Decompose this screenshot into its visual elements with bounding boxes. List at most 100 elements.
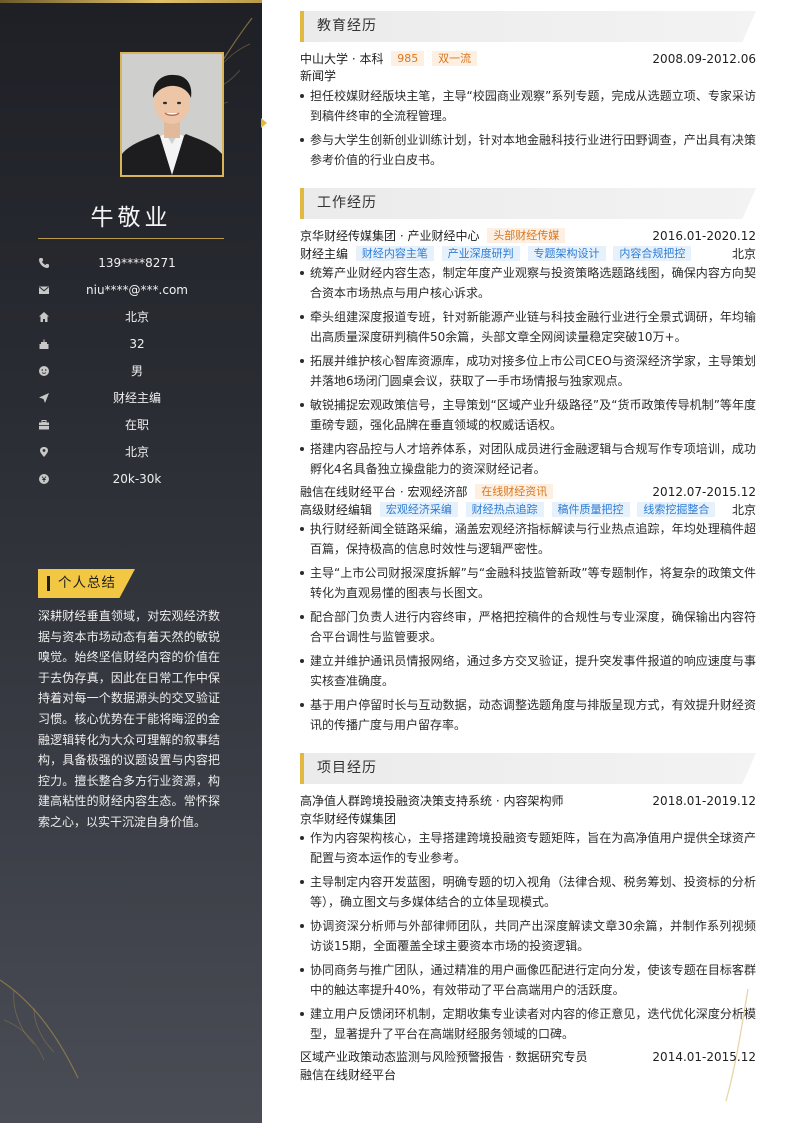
divider-arrow-icon bbox=[261, 118, 267, 128]
job-title: 财经主编 bbox=[300, 247, 349, 261]
send-icon bbox=[39, 393, 49, 403]
summary-title-label: 个人总结 bbox=[58, 575, 116, 591]
name-divider bbox=[38, 238, 224, 239]
role-tag: 内容合规把控 bbox=[613, 246, 692, 261]
list-item: 建立并维护通讯员情报网络，通过多方交叉验证，提升突发事件报道的响应速度与事实核查… bbox=[300, 651, 756, 691]
list-item: 参与大学生创新创业训练计划，针对本地金融科技行业进行田野调查，产出具有决策参考价… bbox=[300, 130, 756, 170]
mail-icon bbox=[39, 286, 49, 294]
salary-value: 20k-30k bbox=[112, 472, 162, 486]
info-home: 北京 bbox=[38, 304, 224, 331]
project-name: 区域产业政策动态监测与风险预警报告 · 数据研究专员 bbox=[300, 1050, 588, 1064]
project-org: 融信在线财经平台 bbox=[300, 1068, 397, 1082]
role-tag: 宏观经济采编 bbox=[379, 502, 458, 517]
briefcase-icon bbox=[39, 420, 49, 430]
company-tag: 头部财经传媒 bbox=[487, 228, 566, 243]
project-org-row: 京华财经传媒集团 bbox=[300, 810, 756, 828]
work-section-header: 工作经历 bbox=[300, 188, 756, 219]
project-period: 2018.01-2019.12 bbox=[652, 794, 756, 808]
contact-info-list: 139****8271 niu****@***.com 北京 32 男 财经主编… bbox=[38, 250, 224, 493]
school-name: 中山大学 · 本科 bbox=[300, 52, 384, 66]
project-name: 高净值人群跨境投融资决策支持系统 · 内容架构师 bbox=[300, 794, 564, 808]
phone-icon bbox=[39, 258, 49, 268]
section-accent bbox=[300, 11, 304, 42]
project-org: 京华财经传媒集团 bbox=[300, 812, 397, 826]
project-period: 2014.01-2015.12 bbox=[652, 1050, 756, 1064]
job-bullets: 执行财经新闻全链路采编，涵盖宏观经济指标解读与行业热点追踪，年均处理稿件超百篇，… bbox=[300, 519, 756, 739]
home-icon bbox=[39, 312, 49, 322]
role-tag: 专题架构设计 bbox=[527, 246, 606, 261]
role-tag: 财经热点追踪 bbox=[465, 502, 544, 517]
profile-photo bbox=[120, 52, 224, 177]
job-role-row: 高级财经编辑 宏观经济采编 财经热点追踪 稿件质量把控 线索挖掘整合 北京 bbox=[300, 501, 756, 519]
info-target-city: 北京 bbox=[38, 439, 224, 466]
education-header-row: 中山大学 · 本科 985 双一流 2008.09-2012.06 bbox=[300, 50, 756, 68]
school-tag: 双一流 bbox=[432, 51, 478, 66]
salary-icon bbox=[39, 474, 49, 484]
list-item: 建立用户反馈闭环机制，定期收集专业读者对内容的修正意见，迭代优化深度分析模型，显… bbox=[300, 1004, 756, 1044]
status-value: 在职 bbox=[124, 418, 149, 432]
candidate-name: 牛敬业 bbox=[90, 205, 172, 231]
section-accent bbox=[300, 753, 304, 784]
info-phone: 139****8271 bbox=[38, 250, 224, 277]
job-role-row: 财经主编 财经内容主笔 产业深度研判 专题架构设计 内容合规把控 北京 bbox=[300, 245, 756, 263]
list-item: 基于用户停留时长与互动数据，动态调整选题角度与排版呈现方式，有效提升财经资讯的传… bbox=[300, 695, 756, 735]
projects-section-header: 项目经历 bbox=[300, 753, 756, 784]
list-item: 主导“上市公司财报深度拆解”与“金融科技监管新政”等专题制作，将复杂的政策文件转… bbox=[300, 563, 756, 603]
company-tag: 在线财经资讯 bbox=[475, 484, 554, 499]
job-header-row: 融信在线财经平台 · 宏观经济部 在线财经资讯 2012.07-2015.12 bbox=[300, 483, 756, 501]
work-section-title: 工作经历 bbox=[317, 195, 377, 211]
education-bullets: 担任校媒财经版块主笔，主导“校园商业观察”系列专题，完成从选题立项、专家采访到稿… bbox=[300, 86, 756, 174]
list-item: 敏锐捕捉宏观政策信号，主导策划“区域产业升级路径”及“货币政策传导机制”等年度重… bbox=[300, 395, 756, 435]
project-org-row: 融信在线财经平台 bbox=[300, 1066, 756, 1084]
list-item: 牵头组建深度报道专班，针对新能源产业链与科技金融行业进行全景式调研，年均输出高质… bbox=[300, 307, 756, 347]
job-period: 2016.01-2020.12 bbox=[652, 229, 756, 243]
education-section-header: 教育经历 bbox=[300, 11, 756, 42]
info-email: niu****@***.com bbox=[38, 277, 224, 304]
project-bullets: 作为内容架构核心，主导搭建跨境投融资专题矩阵，旨在为高净值用户提供全球资产配置与… bbox=[300, 828, 756, 1048]
sidebar-top-accent bbox=[0, 0, 262, 3]
role-tag: 稿件质量把控 bbox=[551, 502, 630, 517]
home-city-value: 北京 bbox=[124, 310, 149, 324]
email-value: niu****@***.com bbox=[86, 283, 188, 297]
avatar-icon bbox=[122, 54, 222, 175]
list-item: 担任校媒财经版块主笔，主导“校园商业观察”系列专题，完成从选题立项、专家采访到稿… bbox=[300, 86, 756, 126]
education-period: 2008.09-2012.06 bbox=[652, 52, 756, 66]
list-item: 统筹产业财经内容生态，制定年度产业观察与投资策略选题路线图，确保内容方向契合资本… bbox=[300, 263, 756, 303]
gender-icon bbox=[39, 366, 49, 376]
summary-text: 深耕财经垂直领域，对宏观经济数据与资本市场动态有着天然的敏锐嗅觉。始终坚信财经内… bbox=[38, 609, 220, 829]
role-tag: 财经内容主笔 bbox=[355, 246, 434, 261]
section-accent bbox=[300, 188, 304, 219]
job-period: 2012.07-2015.12 bbox=[652, 485, 756, 499]
job-city: 北京 bbox=[731, 503, 756, 517]
project-header-row: 高净值人群跨境投融资决策支持系统 · 内容架构师 2018.01-2019.12 bbox=[300, 792, 756, 810]
job-city: 北京 bbox=[731, 247, 756, 261]
project-header-row: 区域产业政策动态监测与风险预警报告 · 数据研究专员 2014.01-2015.… bbox=[300, 1048, 756, 1066]
sidebar: 牛敬业 139****8271 niu****@***.com 北京 32 男 … bbox=[0, 0, 262, 1123]
company-name: 融信在线财经平台 · 宏观经济部 bbox=[300, 485, 468, 499]
phone-value: 139****8271 bbox=[98, 256, 176, 270]
list-item: 执行财经新闻全链路采编，涵盖宏观经济指标解读与行业热点追踪，年均处理稿件超百篇，… bbox=[300, 519, 756, 559]
projects-section-title: 项目经历 bbox=[317, 760, 377, 776]
list-item: 协同商务与推广团队，通过精准的用户画像匹配进行定向分发，使该专题在目标客群中的触… bbox=[300, 960, 756, 1000]
education-section-title: 教育经历 bbox=[317, 18, 377, 34]
company-name: 京华财经传媒集团 · 产业财经中心 bbox=[300, 229, 480, 243]
school-tag: 985 bbox=[391, 51, 425, 66]
summary-title-marker bbox=[47, 576, 50, 591]
list-item: 作为内容架构核心，主导搭建跨境投融资专题矩阵，旨在为高净值用户提供全球资产配置与… bbox=[300, 828, 756, 868]
info-gender: 男 bbox=[38, 358, 224, 385]
gender-value: 男 bbox=[130, 364, 143, 378]
list-item: 搭建内容品控与人才培养体系，对团队成员进行金融逻辑与合规写作专项培训，成功孵化4… bbox=[300, 439, 756, 479]
leaf-decoration-bottom-icon bbox=[0, 979, 79, 1079]
job-header-row: 京华财经传媒集团 · 产业财经中心 头部财经传媒 2016.01-2020.12 bbox=[300, 227, 756, 245]
list-item: 配合部门负责人进行内容终审，严格把控稿件的合规性与专业深度，确保输出内容符合平台… bbox=[300, 607, 756, 647]
info-age: 32 bbox=[38, 331, 224, 358]
education-major-row: 新闻学 bbox=[300, 67, 756, 85]
major-name: 新闻学 bbox=[300, 69, 337, 83]
list-item: 协调资深分析师与外部律师团队，共同产出深度解读文章30余篇，并制作系列视频访谈1… bbox=[300, 916, 756, 956]
location-pin-icon bbox=[40, 447, 48, 457]
list-item: 拓展并维护核心智库资源库，成功对接多位上市公司CEO与资深经济学家，主导策划并落… bbox=[300, 351, 756, 391]
role-tag: 线索挖掘整合 bbox=[637, 502, 716, 517]
list-item: 主导制定内容开发蓝图，明确专题的切入视角（法律合规、税务筹划、投资标的分析等），… bbox=[300, 872, 756, 912]
info-salary: 20k-30k bbox=[38, 466, 224, 493]
info-status: 在职 bbox=[38, 412, 224, 439]
